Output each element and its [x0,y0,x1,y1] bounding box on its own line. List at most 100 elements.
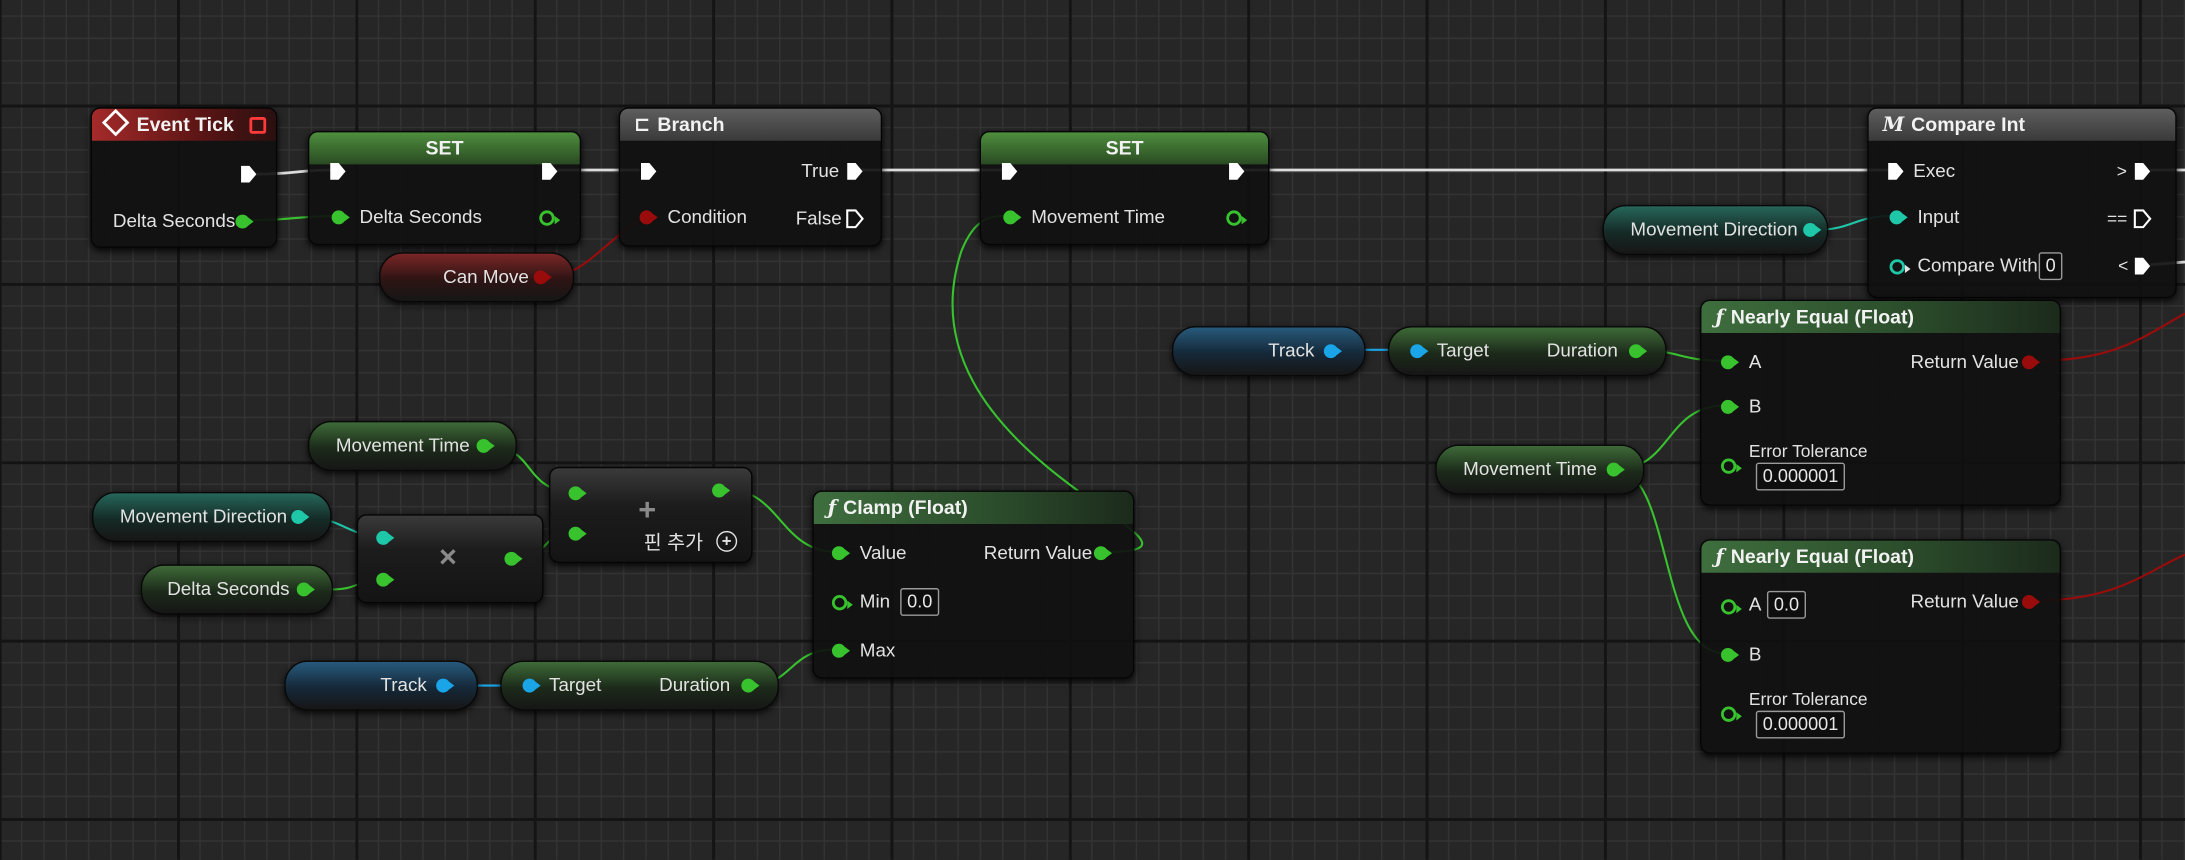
condition-label: Condition [667,206,747,228]
exec-out-pin[interactable] [240,164,258,184]
branch-icon: ⊏ [634,114,651,137]
track-pin[interactable] [1323,344,1342,359]
movement-direction-getter[interactable]: Movement Direction [91,491,332,543]
track-getter[interactable]: Track [284,660,478,711]
multiply-b-pin[interactable] [376,572,395,587]
nearly-equal-node-2[interactable]: ƒ Nearly Equal (Float) A 0.0 Return Value… [1700,539,2061,754]
lt-exec-pin[interactable] [2133,256,2151,276]
blueprint-graph-canvas[interactable]: Event Tick Delta Seconds SET Delta Secon… [0,0,2185,860]
movement-time-in-pin[interactable] [1003,210,1022,225]
set-delta-seconds-node[interactable]: SET Delta Seconds [307,130,582,246]
target-pin[interactable] [1410,344,1429,359]
set-pin-label: Movement Time [1031,206,1166,228]
add-pin-label[interactable]: 핀 추가 [644,528,703,556]
exec-in-pin[interactable] [1887,162,1905,182]
set-movement-time-node[interactable]: SET Movement Time [979,130,1270,246]
can-move-pin[interactable] [533,270,552,285]
b-label: B [1748,643,1762,665]
exec-out-pin[interactable] [1228,162,1246,182]
delta-seconds-label: Delta Seconds [112,210,236,232]
branch-title: Branch [657,112,725,136]
movement-time-getter[interactable]: Movement Time [1435,444,1645,495]
a-value[interactable]: 0.0 [1766,590,1807,619]
max-pin[interactable] [831,643,851,658]
multiply-out-pin[interactable] [504,551,523,566]
function-icon: ƒ [1715,306,1724,329]
delta-seconds-pin[interactable] [296,582,315,597]
return-value-pin[interactable] [1093,546,1113,561]
false-label: False [795,207,842,229]
can-move-getter[interactable]: Can Move [379,252,575,303]
compare-with-label: Compare With [1917,255,2038,276]
exec-in-pin[interactable] [1001,162,1019,182]
a-label: A [1748,351,1762,373]
b-pin[interactable] [1720,647,1740,662]
delta-seconds-pin[interactable] [235,214,254,229]
nearly-equal-node-1[interactable]: ƒ Nearly Equal (Float) A Return Value B E… [1700,299,2061,506]
function-icon: ƒ [1715,546,1724,569]
return-value-label: Return Value [1910,351,2019,373]
function-icon: ƒ [827,497,837,520]
false-exec-pin[interactable] [846,209,864,229]
min-value[interactable]: 0.0 [900,588,940,616]
clamp-node[interactable]: ƒ Clamp (Float) Value Return Value Min 0.… [812,490,1135,679]
b-pin[interactable] [1720,399,1740,414]
duration-pin[interactable] [1629,344,1648,359]
exec-in-pin[interactable] [640,162,658,182]
stop-icon [249,117,267,134]
return-value-pin[interactable] [2021,595,2041,609]
value-pin[interactable] [831,546,851,561]
macro-icon: M [1882,114,1905,137]
multiply-a-pin[interactable] [376,530,395,545]
movement-time-pin[interactable] [476,438,495,453]
exec-label: Exec [1913,160,1956,182]
eq-exec-pin[interactable] [2133,209,2152,229]
input-pin[interactable] [1889,210,1908,225]
error-tolerance-value[interactable]: 0.000001 [1755,462,1846,491]
duration-getter[interactable]: Target Duration [500,660,779,711]
plus-circle-icon[interactable]: + [716,530,738,552]
compare-int-node[interactable]: M Compare Int Exec > Input == Compare Wit… [1867,107,2177,299]
track-pin[interactable] [436,678,455,693]
delta-seconds-getter[interactable]: Delta Seconds [140,564,334,615]
track-getter[interactable]: Track [1171,326,1366,377]
delta-seconds-in-pin[interactable] [331,210,350,225]
compare-with-pin[interactable] [1889,259,1911,275]
duration-pin[interactable] [741,678,760,693]
movement-time-label: Movement Time [1463,458,1597,480]
min-pin[interactable] [831,595,853,611]
movement-direction-pin[interactable] [291,510,310,524]
add-a-pin[interactable] [568,486,587,501]
event-tick-header: Event Tick [91,108,276,141]
movement-time-pin[interactable] [1606,462,1625,477]
error-tolerance-pin[interactable] [1720,706,1742,722]
branch-header: ⊏ Branch [620,108,881,141]
add-node[interactable]: + 핀 추가 + [549,466,753,563]
condition-pin[interactable] [639,210,658,225]
multiply-icon: × [438,539,457,575]
a-pin[interactable] [1720,599,1742,615]
event-tick-node[interactable]: Event Tick Delta Seconds [90,107,278,249]
a-pin[interactable] [1720,355,1740,370]
add-out-pin[interactable] [712,483,731,498]
duration-getter[interactable]: Target Duration [1387,326,1667,377]
gt-exec-pin[interactable] [2133,162,2151,182]
add-b-pin[interactable] [568,526,587,541]
movement-time-out-pin[interactable] [1226,210,1248,226]
movement-direction-pin[interactable] [1803,222,1822,237]
error-tolerance-value[interactable]: 0.000001 [1755,710,1846,739]
movement-direction-getter[interactable]: Movement Direction [1602,204,1829,256]
return-value-pin[interactable] [2021,355,2041,370]
compare-with-value[interactable]: 0 [2038,252,2063,281]
nearly-equal-title: Nearly Equal (Float) [1730,544,1914,568]
error-tolerance-pin[interactable] [1720,458,1742,474]
multiply-node[interactable]: × [356,514,544,604]
target-pin[interactable] [522,678,541,693]
true-exec-pin[interactable] [846,162,864,182]
branch-node[interactable]: ⊏ Branch True Condition False [618,107,883,247]
exec-out-pin[interactable] [541,162,559,182]
delta-seconds-out-pin[interactable] [539,210,561,226]
event-tick-title: Event Tick [136,112,234,136]
exec-in-pin[interactable] [329,162,347,182]
movement-time-getter[interactable]: Movement Time [307,420,517,472]
